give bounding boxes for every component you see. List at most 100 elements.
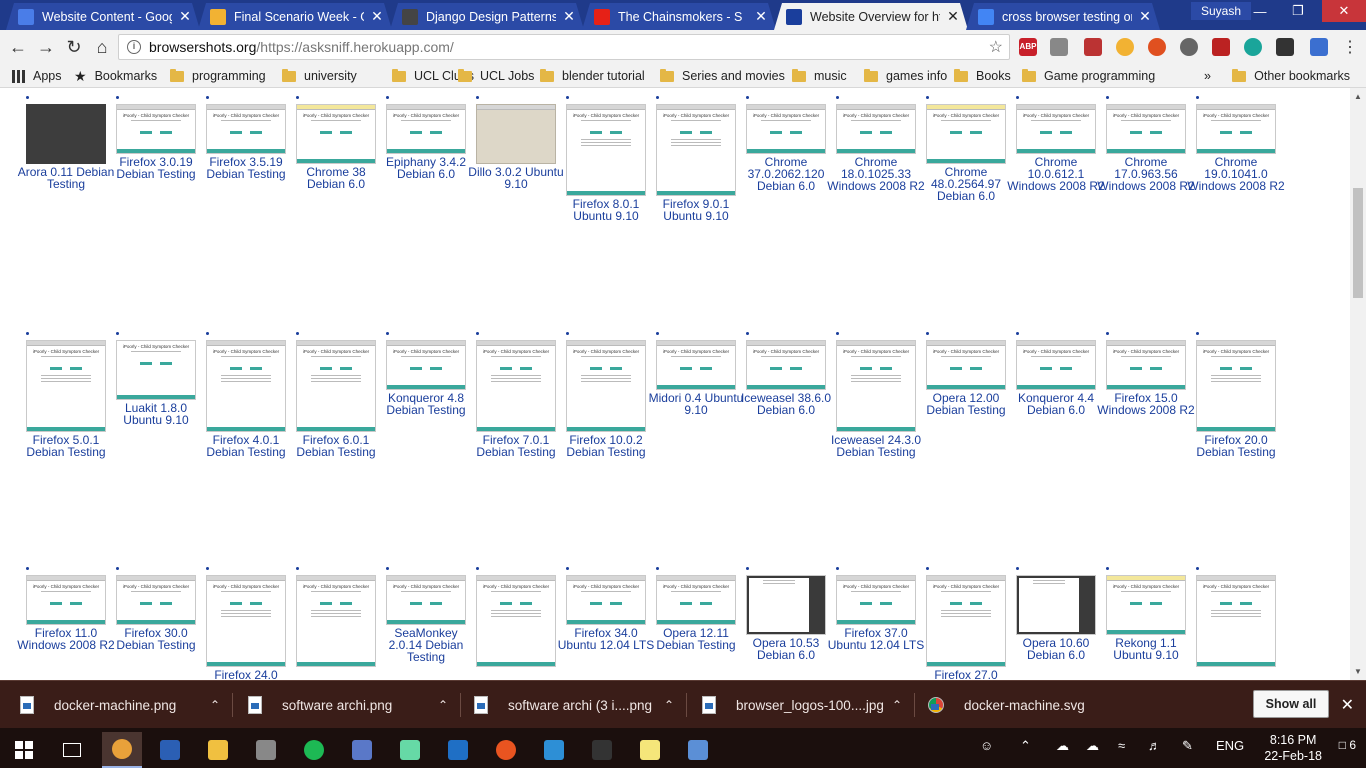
bookmark-8[interactable]: music [792,68,847,84]
screenshot-label[interactable]: Firefox 5.0.1 Debian Testing [16,434,116,458]
bulb-icon[interactable] [1116,38,1134,56]
page-thumbnail[interactable]: iPoorly - Child Symptom Checker [476,575,556,667]
close-tab-icon[interactable]: ✕ [178,8,192,25]
screenshot-label[interactable]: Opera 12.11 Debian Testing [646,627,746,651]
bookmark-6[interactable]: blender tutorial [540,68,645,84]
screenshot-label[interactable]: Chrome 37.0.2062.120 Debian 6.0 [736,156,836,192]
screenshot-label[interactable]: Konqueror 4.4 Debian 6.0 [1006,392,1106,416]
page-thumbnail[interactable] [746,575,826,635]
screenshot-label[interactable]: Firefox 15.0 Windows 2008 R2 [1096,392,1196,416]
page-thumbnail[interactable]: iPoorly - Child Symptom Checker [296,575,376,667]
screenshot-label[interactable]: Iceweasel 38.6.0 Debian 6.0 [736,392,836,416]
page-thumbnail[interactable] [26,104,106,164]
page-thumbnail[interactable]: iPoorly - Child Symptom Checker [926,104,1006,164]
close-shelf-icon[interactable]: ✕ [1341,695,1354,715]
screenshot-label[interactable]: Epiphany 3.4.2 Debian 6.0 [376,156,476,180]
volume-icon[interactable]: ♬ [1148,738,1161,753]
page-thumbnail[interactable]: iPoorly - Child Symptom Checker [26,340,106,432]
bookmark-11[interactable]: Game programming [1022,68,1155,84]
screenshot-label[interactable]: Chrome 10.0.612.1 Windows 2008 R2 [1006,156,1106,192]
taskbar-sticky-notes[interactable] [630,732,670,768]
page-thumbnail[interactable]: iPoorly - Child Symptom Checker [746,340,826,390]
screenshot-label[interactable]: Opera 12.00 Debian Testing [916,392,1016,416]
taskbar-file-explorer[interactable] [198,732,238,768]
screenshot-label[interactable]: Midori 0.4 Ubuntu 9.10 [646,392,746,416]
fire-icon[interactable] [1148,38,1166,56]
bookmark-0[interactable]: Apps [12,68,62,84]
screenshot-label[interactable]: Firefox 34.0 Ubuntu 12.04 LTS [556,627,656,651]
taskbar-ubuntu[interactable] [486,732,526,768]
tab-3[interactable]: The Chainsmokers - S ✕ [582,3,776,30]
page-thumbnail[interactable]: iPoorly - Child Symptom Checker [116,340,196,400]
close-tab-icon[interactable]: ✕ [1138,8,1152,25]
page-thumbnail[interactable]: iPoorly - Child Symptom Checker [1016,340,1096,390]
screenshot-label[interactable]: Konqueror 4.8 Debian Testing [376,392,476,416]
tab-4[interactable]: Website Overview for htt ✕ [774,3,968,30]
taskbar-vscode[interactable] [534,732,574,768]
page-thumbnail[interactable]: iPoorly - Child Symptom Checker [1196,575,1276,667]
screenshot-label[interactable]: Firefox 24.0 [196,669,296,680]
taskbar-chrome[interactable] [102,732,142,768]
extension-m-icon[interactable] [1244,38,1262,56]
language-indicator[interactable]: ENG [1216,738,1244,753]
other-bookmarks[interactable]: Other bookmarks [1232,68,1350,84]
download-item[interactable]: software archi.png ⌃ [248,689,448,721]
tab-5[interactable]: cross browser testing on ✕ [966,3,1160,30]
taskbar-paint[interactable] [678,732,718,768]
screenshot-label[interactable]: Arora 0.11 Debian Testing [16,166,116,190]
taskbar-outlook[interactable] [438,732,478,768]
chevron-up-icon[interactable]: ⌃ [664,698,674,712]
page-thumbnail[interactable]: iPoorly - Child Symptom Checker [1016,104,1096,154]
page-thumbnail[interactable]: iPoorly - Child Symptom Checker [566,104,646,196]
screenshot-label[interactable]: Opera 10.53 Debian 6.0 [736,637,836,661]
screenshot-label[interactable]: Firefox 20.0 Debian Testing [1186,434,1286,458]
page-thumbnail[interactable]: iPoorly - Child Symptom Checker [836,104,916,154]
download-item[interactable]: browser_logos-100....jpg ⌃ [702,689,902,721]
download-item[interactable]: software archi (3 i....png ⌃ [474,689,674,721]
bookmark-10[interactable]: Books [954,68,1011,84]
chevron-up-icon[interactable]: ⌃ [438,698,448,712]
extension-x-icon[interactable] [1276,38,1294,56]
screenshot-label[interactable]: Firefox 37.0 Ubuntu 12.04 LTS [826,627,926,651]
page-thumbnail[interactable]: iPoorly - Child Symptom Checker [656,575,736,625]
forward-button[interactable]: → [34,35,58,59]
page-thumbnail[interactable]: iPoorly - Child Symptom Checker [656,104,736,196]
page-scrollbar[interactable]: ▲ ▼ [1350,88,1366,680]
screenshot-label[interactable]: Dillo 3.0.2 Ubuntu 9.10 [466,166,566,190]
bookmark-star-icon[interactable]: ☆ [989,37,1003,57]
screenshot-label[interactable]: Luakit 1.8.0 Ubuntu 9.10 [106,402,206,426]
menu-icon[interactable]: ⋮ [1338,35,1362,59]
taskbar-spotify[interactable] [294,732,334,768]
notification-center-button[interactable]: □ 6 [1339,738,1356,752]
page-thumbnail[interactable]: iPoorly - Child Symptom Checker [26,575,106,625]
bookmark-9[interactable]: games info [864,68,947,84]
cloud-icon[interactable]: ☁ [1056,738,1069,754]
tab-2[interactable]: Django Design Patterns ✕ [390,3,584,30]
screenshot-label[interactable]: Firefox 6.0.1 Debian Testing [286,434,386,458]
chevron-up-icon[interactable]: ⌃ [210,698,220,712]
page-thumbnail[interactable]: iPoorly - Child Symptom Checker [566,340,646,432]
bookmark-7[interactable]: Series and movies [660,68,785,84]
info-icon[interactable]: i [127,40,141,54]
start-button[interactable] [4,732,44,768]
bookmark-2[interactable]: programming [170,68,266,84]
show-all-button[interactable]: Show all [1253,690,1329,718]
page-thumbnail[interactable]: iPoorly - Child Symptom Checker [386,575,466,625]
screenshot-label[interactable]: Firefox 3.5.19 Debian Testing [196,156,296,180]
address-bar[interactable]: i browsershots.org/https://asksniff.hero… [118,34,1010,60]
page-thumbnail[interactable]: iPoorly - Child Symptom Checker [296,340,376,432]
download-item[interactable]: docker-machine.svg [928,689,1128,721]
screenshot-label[interactable]: Chrome 17.0.963.56 Windows 2008 R2 [1096,156,1196,192]
taskbar-word[interactable] [150,732,190,768]
chevron-up-icon[interactable]: ⌃ [892,698,902,712]
page-thumbnail[interactable]: iPoorly - Child Symptom Checker [1106,104,1186,154]
page-thumbnail[interactable]: iPoorly - Child Symptom Checker [656,340,736,390]
extension-s-icon[interactable] [1050,38,1068,56]
page-thumbnail[interactable]: iPoorly - Child Symptom Checker [476,340,556,432]
screenshot-label[interactable]: Firefox 11.0 Windows 2008 R2 [16,627,116,651]
close-tab-icon[interactable]: ✕ [370,8,384,25]
screenshot-label[interactable]: Chrome 19.0.1041.0 Windows 2008 R2 [1186,156,1286,192]
screenshot-label[interactable]: Chrome 18.0.1025.33 Windows 2008 R2 [826,156,926,192]
clock[interactable]: 8:16 PM 22-Feb-18 [1264,732,1322,764]
page-thumbnail[interactable]: iPoorly - Child Symptom Checker [206,340,286,432]
